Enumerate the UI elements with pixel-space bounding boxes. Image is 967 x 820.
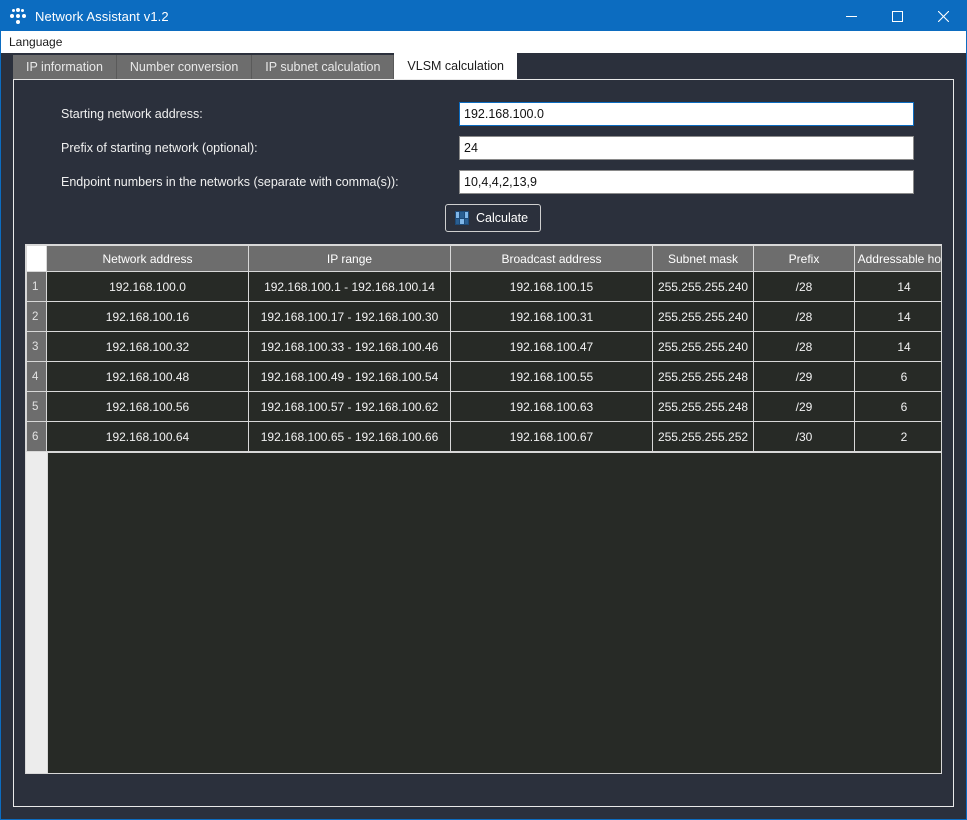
cell-network-address: 192.168.100.0	[46, 271, 249, 302]
table-row[interactable]: 6 192.168.100.64 192.168.100.65 - 192.16…	[26, 421, 941, 452]
cell-prefix: /28	[753, 301, 855, 332]
window-controls	[828, 1, 966, 31]
calculate-button-label: Calculate	[476, 211, 529, 225]
cell-prefix: /29	[753, 361, 855, 392]
table-row[interactable]: 5 192.168.100.56 192.168.100.57 - 192.16…	[26, 391, 941, 422]
form-row-prefix: Prefix of starting network (optional):	[14, 136, 953, 160]
endpoint-numbers-input[interactable]	[459, 170, 914, 194]
table-empty-area	[47, 452, 941, 773]
tab-ip-information[interactable]: IP information	[13, 55, 117, 79]
maximize-button[interactable]	[874, 1, 920, 31]
cell-addressable-host: 14	[854, 271, 941, 302]
cell-network-address: 192.168.100.48	[46, 361, 249, 392]
cell-subnet-mask: 255.255.255.240	[652, 271, 754, 302]
cell-broadcast-address: 192.168.100.31	[450, 301, 653, 332]
table-row[interactable]: 4 192.168.100.48 192.168.100.49 - 192.16…	[26, 361, 941, 392]
cell-network-address: 192.168.100.56	[46, 391, 249, 422]
app-window: Network Assistant v1.2 Language IP infor…	[0, 0, 967, 820]
minimize-button[interactable]	[828, 1, 874, 31]
table-row[interactable]: 2 192.168.100.16 192.168.100.17 - 192.16…	[26, 301, 941, 332]
cell-subnet-mask: 255.255.255.240	[652, 331, 754, 362]
network-nodes-icon	[9, 7, 27, 25]
label-prefix-of-starting-network: Prefix of starting network (optional):	[61, 141, 258, 155]
row-number: 4	[26, 361, 47, 392]
table-header-broadcast-address[interactable]: Broadcast address	[450, 245, 653, 272]
cell-ip-range: 192.168.100.49 - 192.168.100.54	[248, 361, 451, 392]
menu-bar: Language	[1, 31, 966, 53]
cell-addressable-host: 6	[854, 391, 941, 422]
menu-item-language[interactable]: Language	[1, 31, 70, 53]
title-bar: Network Assistant v1.2	[1, 1, 966, 31]
cell-ip-range: 192.168.100.1 - 192.168.100.14	[248, 271, 451, 302]
cell-prefix: /29	[753, 391, 855, 422]
tab-number-conversion[interactable]: Number conversion	[116, 55, 253, 79]
label-starting-network-address: Starting network address:	[61, 107, 203, 121]
calculate-button[interactable]: Calculate	[445, 204, 542, 232]
cell-prefix: /28	[753, 331, 855, 362]
table-header-rownum	[26, 245, 47, 272]
table-header-ip-range[interactable]: IP range	[248, 245, 451, 272]
binary-icon	[455, 211, 469, 225]
row-number: 3	[26, 331, 47, 362]
table-row[interactable]: 3 192.168.100.32 192.168.100.33 - 192.16…	[26, 331, 941, 362]
cell-network-address: 192.168.100.64	[46, 421, 249, 452]
cell-ip-range: 192.168.100.65 - 192.168.100.66	[248, 421, 451, 452]
form-row-endpoint-numbers: Endpoint numbers in the networks (separa…	[14, 170, 953, 194]
cell-broadcast-address: 192.168.100.55	[450, 361, 653, 392]
table-header-prefix[interactable]: Prefix	[753, 245, 855, 272]
cell-broadcast-address: 192.168.100.67	[450, 421, 653, 452]
cell-addressable-host: 14	[854, 331, 941, 362]
results-table: Network address IP range Broadcast addre…	[26, 245, 941, 452]
table-body: 1 192.168.100.0 192.168.100.1 - 192.168.…	[26, 271, 941, 452]
tab-strip: IP information Number conversion IP subn…	[1, 53, 966, 79]
row-number: 2	[26, 301, 47, 332]
window-title: Network Assistant v1.2	[35, 8, 169, 24]
cell-subnet-mask: 255.255.255.252	[652, 421, 754, 452]
cell-addressable-host: 14	[854, 301, 941, 332]
row-number: 6	[26, 421, 47, 452]
cell-broadcast-address: 192.168.100.15	[450, 271, 653, 302]
row-number: 1	[26, 271, 47, 302]
cell-broadcast-address: 192.168.100.63	[450, 391, 653, 422]
results-table-container[interactable]: Network address IP range Broadcast addre…	[25, 244, 942, 774]
tab-ip-subnet-calculation[interactable]: IP subnet calculation	[252, 55, 395, 79]
calculate-button-row: Calculate	[14, 204, 953, 232]
cell-prefix: /28	[753, 271, 855, 302]
row-number: 5	[26, 391, 47, 422]
close-button[interactable]	[920, 1, 966, 31]
tab-vlsm-calculation[interactable]: VLSM calculation	[394, 53, 517, 79]
table-header-addressable-host[interactable]: Addressable host	[854, 245, 941, 272]
cell-addressable-host: 6	[854, 361, 941, 392]
table-header-row: Network address IP range Broadcast addre…	[26, 245, 941, 272]
starting-network-address-input[interactable]	[459, 102, 914, 126]
cell-ip-range: 192.168.100.33 - 192.168.100.46	[248, 331, 451, 362]
cell-broadcast-address: 192.168.100.47	[450, 331, 653, 362]
table-header-network-address[interactable]: Network address	[46, 245, 249, 272]
cell-ip-range: 192.168.100.57 - 192.168.100.62	[248, 391, 451, 422]
cell-addressable-host: 2	[854, 421, 941, 452]
cell-subnet-mask: 255.255.255.248	[652, 361, 754, 392]
cell-network-address: 192.168.100.16	[46, 301, 249, 332]
cell-subnet-mask: 255.255.255.240	[652, 301, 754, 332]
table-header-subnet-mask[interactable]: Subnet mask	[652, 245, 754, 272]
table-row[interactable]: 1 192.168.100.0 192.168.100.1 - 192.168.…	[26, 271, 941, 302]
tab-content-panel: Starting network address: Prefix of star…	[13, 79, 954, 807]
label-endpoint-numbers: Endpoint numbers in the networks (separa…	[61, 175, 399, 189]
cell-subnet-mask: 255.255.255.248	[652, 391, 754, 422]
cell-ip-range: 192.168.100.17 - 192.168.100.30	[248, 301, 451, 332]
prefix-input[interactable]	[459, 136, 914, 160]
cell-prefix: /30	[753, 421, 855, 452]
form-row-starting-address: Starting network address:	[14, 102, 953, 126]
vlsm-form: Starting network address: Prefix of star…	[14, 80, 953, 232]
cell-network-address: 192.168.100.32	[46, 331, 249, 362]
